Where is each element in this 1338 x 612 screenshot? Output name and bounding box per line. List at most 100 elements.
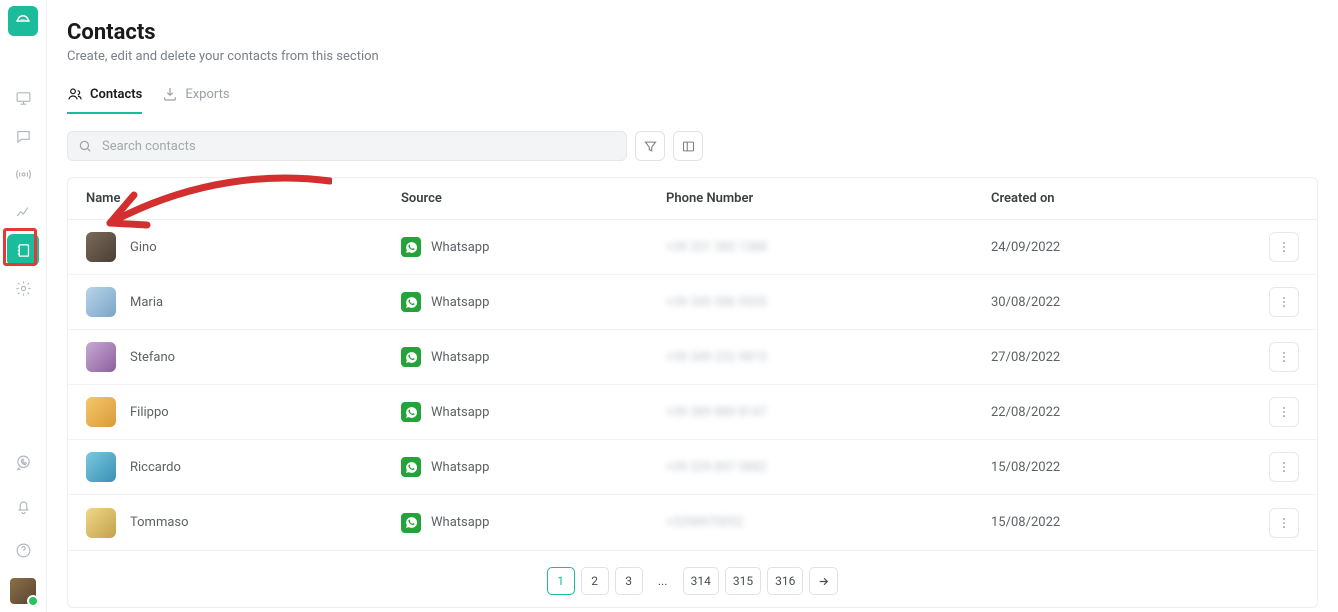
- contact-phone: +3298970052: [666, 515, 991, 530]
- contact-avatar: [86, 342, 116, 372]
- contact-created: 24/09/2022: [991, 240, 1239, 255]
- columns-button[interactable]: [673, 131, 703, 161]
- contact-avatar: [86, 508, 116, 538]
- tab-contacts-label: Contacts: [90, 87, 142, 102]
- nav-notifications-icon[interactable]: [7, 490, 39, 522]
- contact-phone: +39 349 232 9815: [666, 350, 991, 365]
- contact-source: Whatsapp: [431, 405, 489, 420]
- dots-vertical-icon: [1277, 350, 1291, 364]
- table-row[interactable]: Riccardo Whatsapp +39 529 897 0882 15/08…: [68, 440, 1317, 495]
- nav-contacts-icon[interactable]: [7, 234, 39, 266]
- contact-name: Riccardo: [130, 460, 181, 475]
- contact-name: Stefano: [130, 350, 175, 365]
- dots-vertical-icon: [1277, 460, 1291, 474]
- contact-source: Whatsapp: [431, 295, 489, 310]
- table-row[interactable]: Stefano Whatsapp +39 349 232 9815 27/08/…: [68, 330, 1317, 385]
- toolbar: [67, 131, 1318, 161]
- contact-source: Whatsapp: [431, 240, 489, 255]
- tabs: Contacts Exports: [67, 86, 1338, 115]
- contact-created: 15/08/2022: [991, 515, 1239, 530]
- page-next[interactable]: [809, 567, 838, 595]
- contact-created: 27/08/2022: [991, 350, 1239, 365]
- contact-created: 15/08/2022: [991, 460, 1239, 475]
- table-row[interactable]: Maria Whatsapp +39 345 586 9555 30/08/20…: [68, 275, 1317, 330]
- page-subtitle: Create, edit and delete your contacts fr…: [67, 49, 1338, 64]
- contact-source: Whatsapp: [431, 350, 489, 365]
- contact-name: Maria: [130, 295, 163, 310]
- whatsapp-icon: [401, 513, 421, 533]
- th-source: Source: [401, 191, 666, 206]
- th-name: Name: [86, 191, 401, 206]
- page-ellipsis: ...: [649, 567, 677, 595]
- contact-phone: +39 331 385 1388: [666, 240, 991, 255]
- nav-whatsapp-icon[interactable]: [7, 446, 39, 478]
- sidebar: [0, 0, 46, 612]
- contact-avatar: [86, 287, 116, 317]
- filter-icon: [643, 139, 658, 154]
- contact-phone: +39 529 897 0882: [666, 460, 991, 475]
- th-phone: Phone Number: [666, 191, 991, 206]
- table-row[interactable]: Filippo Whatsapp +39 389 889 8147 22/08/…: [68, 385, 1317, 440]
- tab-contacts[interactable]: Contacts: [67, 86, 142, 114]
- nav-chat-icon[interactable]: [7, 120, 39, 152]
- th-created: Created on: [991, 191, 1239, 206]
- columns-icon: [681, 139, 696, 154]
- nav-help-icon[interactable]: [7, 534, 39, 566]
- dots-vertical-icon: [1277, 405, 1291, 419]
- page-314[interactable]: 314: [683, 567, 719, 595]
- row-menu-button[interactable]: [1269, 452, 1299, 482]
- row-menu-button[interactable]: [1269, 397, 1299, 427]
- row-menu-button[interactable]: [1269, 508, 1299, 538]
- dots-vertical-icon: [1277, 240, 1291, 254]
- contact-name: Tommaso: [130, 515, 189, 530]
- search-wrap: [67, 131, 627, 161]
- dots-vertical-icon: [1277, 295, 1291, 309]
- user-avatar[interactable]: [10, 578, 36, 604]
- download-icon: [162, 86, 178, 102]
- arrow-right-icon: [817, 575, 830, 588]
- contact-phone: +39 389 889 8147: [666, 405, 991, 420]
- page-1[interactable]: 1: [547, 567, 575, 595]
- search-icon: [78, 139, 92, 153]
- contact-name: Gino: [130, 240, 157, 255]
- row-menu-button[interactable]: [1269, 232, 1299, 262]
- page-315[interactable]: 315: [725, 567, 761, 595]
- tab-exports-label: Exports: [185, 87, 229, 102]
- contact-name: Filippo: [130, 405, 169, 420]
- table-header: Name Source Phone Number Created on: [68, 178, 1317, 220]
- sidebar-bottom: [0, 446, 46, 604]
- pagination: 1 2 3 ... 314 315 316: [68, 550, 1317, 607]
- nav-analytics-icon[interactable]: [7, 196, 39, 228]
- whatsapp-icon: [401, 292, 421, 312]
- filter-button[interactable]: [635, 131, 665, 161]
- contact-avatar: [86, 232, 116, 262]
- contact-created: 22/08/2022: [991, 405, 1239, 420]
- whatsapp-icon: [401, 237, 421, 257]
- page-316[interactable]: 316: [767, 567, 803, 595]
- contact-avatar: [86, 397, 116, 427]
- whatsapp-icon: [401, 402, 421, 422]
- nav-broadcast-icon[interactable]: [7, 158, 39, 190]
- tab-exports[interactable]: Exports: [162, 86, 229, 114]
- table-row[interactable]: Tommaso Whatsapp +3298970052 15/08/2022: [68, 495, 1317, 550]
- search-input[interactable]: [67, 131, 627, 161]
- row-menu-button[interactable]: [1269, 287, 1299, 317]
- app-logo: [8, 6, 38, 36]
- contacts-table: Name Source Phone Number Created on Gino…: [67, 177, 1318, 608]
- main-content: Contacts Create, edit and delete your co…: [46, 0, 1338, 612]
- contact-created: 30/08/2022: [991, 295, 1239, 310]
- whatsapp-icon: [401, 457, 421, 477]
- contact-avatar: [86, 452, 116, 482]
- contact-phone: +39 345 586 9555: [666, 295, 991, 310]
- row-menu-button[interactable]: [1269, 342, 1299, 372]
- nav-settings-icon[interactable]: [7, 272, 39, 304]
- page-2[interactable]: 2: [581, 567, 609, 595]
- page-3[interactable]: 3: [615, 567, 643, 595]
- nav-monitor-icon[interactable]: [7, 82, 39, 114]
- table-row[interactable]: Gino Whatsapp +39 331 385 1388 24/09/202…: [68, 220, 1317, 275]
- contact-source: Whatsapp: [431, 515, 489, 530]
- contact-source: Whatsapp: [431, 460, 489, 475]
- dots-vertical-icon: [1277, 516, 1291, 530]
- whatsapp-icon: [401, 347, 421, 367]
- users-icon: [67, 86, 83, 102]
